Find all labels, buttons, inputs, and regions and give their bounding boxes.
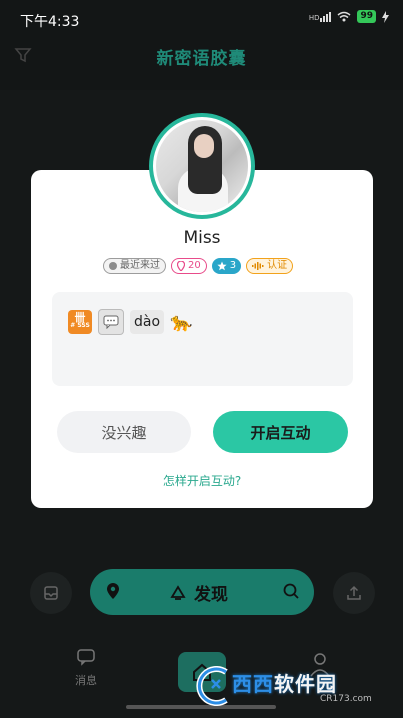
grid-sticker-icon: 卌 # SSS — [68, 310, 92, 334]
voice-wave-icon — [252, 262, 264, 270]
nav-messages[interactable]: 消息 — [66, 648, 106, 688]
no-interest-button[interactable]: 没兴趣 — [57, 411, 191, 453]
star-icon — [217, 261, 227, 271]
avatar[interactable] — [156, 120, 248, 212]
upload-icon — [347, 585, 361, 600]
location-icon[interactable] — [106, 582, 120, 600]
battery-icon: 99 — [357, 10, 376, 23]
start-interaction-button[interactable]: 开启互动 — [213, 411, 348, 453]
watermark: 西西软件园 CR173.com — [196, 664, 396, 714]
watermark-brand: 西西软件园 — [232, 672, 337, 696]
help-link[interactable]: 怎样开启互动? — [31, 472, 373, 489]
status-bar: 下午4:33 HD 99 — [0, 0, 403, 38]
discover-label: 发现 — [194, 585, 228, 605]
discover-label-group: 发现 — [168, 580, 228, 605]
signal-icon: HD — [309, 11, 332, 22]
status-time: 下午4:33 — [20, 14, 80, 30]
stars-badge: 3 — [211, 258, 242, 274]
inbox-button[interactable] — [30, 572, 72, 614]
status-icons: HD 99 — [309, 10, 389, 23]
charging-icon — [382, 10, 389, 23]
profile-name: Miss — [183, 228, 221, 248]
pinyin-chip: dào — [130, 310, 165, 334]
page-title: 新密语胶囊 — [156, 49, 247, 69]
tag-row: 最近来过 20 3 认证 — [103, 258, 294, 274]
location-pin-icon — [177, 261, 185, 271]
search-icon[interactable] — [282, 582, 300, 600]
capsule-inbox-icon — [44, 586, 58, 600]
leopard-icon: 🐆 — [170, 311, 193, 333]
wifi-icon — [337, 11, 351, 22]
message-box — [52, 292, 353, 386]
watermark-url: CR173.com — [320, 694, 372, 704]
chat-bubble-icon — [98, 309, 124, 335]
capsule-send-icon — [170, 584, 186, 600]
share-button[interactable] — [333, 572, 375, 614]
emoji-message: 卌 # SSS dào 🐆 — [68, 309, 192, 335]
message-icon — [77, 649, 95, 666]
likes-badge: 20 — [171, 258, 207, 274]
recent-visit-badge: 最近来过 — [103, 258, 166, 274]
nav-messages-label: 消息 — [75, 674, 97, 687]
verified-badge: 认证 — [246, 258, 294, 274]
dot-icon — [109, 262, 117, 270]
discover-bar[interactable]: 发现 — [90, 569, 314, 615]
